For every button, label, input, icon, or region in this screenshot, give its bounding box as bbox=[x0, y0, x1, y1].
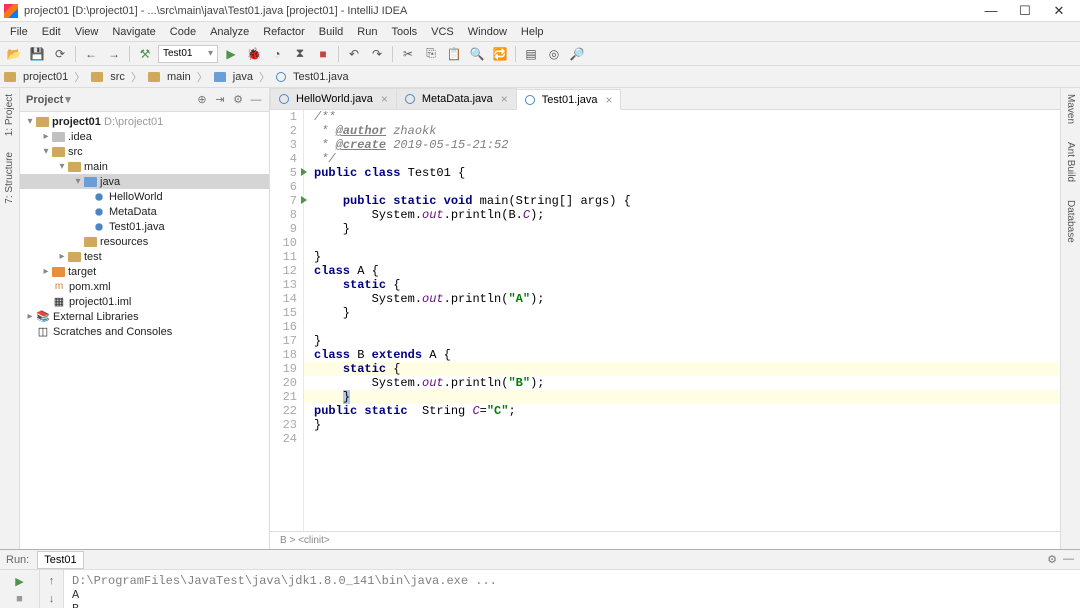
gear-icon[interactable]: ⚙ bbox=[1047, 553, 1057, 566]
tab-test01[interactable]: Test01.java× bbox=[516, 89, 622, 110]
run-tool-window: Run: Test01 ⚙ — ▶ ■ ⊞ 📌 ↑ ↓ ⏎ 🖨 ✖ D:\Pro… bbox=[0, 549, 1080, 608]
editor-tabs: HelloWorld.java× MetaData.java× Test01.j… bbox=[270, 88, 1060, 110]
tab-helloworld[interactable]: HelloWorld.java× bbox=[270, 88, 397, 109]
menu-vcs[interactable]: VCS bbox=[425, 25, 460, 39]
window-titlebar: project01 [D:\project01] - ...\src\main\… bbox=[0, 0, 1080, 22]
menu-edit[interactable]: Edit bbox=[36, 25, 67, 39]
code-editor[interactable]: 1234 5 6 7 891011 12131415 16171819 2021… bbox=[270, 110, 1060, 531]
left-tool-gutter: 1: Project 7: Structure bbox=[0, 88, 20, 549]
copy-icon[interactable]: ⎘ bbox=[421, 44, 441, 64]
run-tab[interactable]: Test01 bbox=[37, 551, 83, 569]
menu-tools[interactable]: Tools bbox=[385, 25, 423, 39]
stop-icon[interactable]: ■ bbox=[12, 591, 28, 607]
open-icon[interactable]: 📂 bbox=[4, 44, 24, 64]
project-panel-title[interactable]: Project ▾ bbox=[26, 93, 191, 106]
save-icon[interactable]: 💾 bbox=[27, 44, 47, 64]
run-side-toolbar: ▶ ■ ⊞ 📌 bbox=[0, 570, 40, 608]
sync-icon[interactable]: ⟳ bbox=[50, 44, 70, 64]
ant-tool-button[interactable]: Ant Build bbox=[1065, 136, 1076, 188]
nav-project[interactable]: project01 bbox=[23, 71, 68, 83]
nav-src[interactable]: src bbox=[110, 71, 125, 83]
run-label: Run: bbox=[6, 554, 29, 566]
nav-file[interactable]: Test01.java bbox=[293, 71, 349, 83]
tree-node-pom[interactable]: mpom.xml bbox=[20, 279, 269, 294]
menu-file[interactable]: File bbox=[4, 25, 34, 39]
run-icon[interactable]: ▶ bbox=[221, 44, 241, 64]
editor-area: HelloWorld.java× MetaData.java× Test01.j… bbox=[270, 88, 1060, 549]
line-gutter[interactable]: 1234 5 6 7 891011 12131415 16171819 2021… bbox=[270, 110, 304, 531]
close-button[interactable]: ✕ bbox=[1042, 0, 1076, 22]
select-opened-icon[interactable]: ◎ bbox=[544, 44, 564, 64]
rerun-icon[interactable]: ▶ bbox=[12, 573, 28, 589]
debug-icon[interactable]: 🐞 bbox=[244, 44, 264, 64]
cut-icon[interactable]: ✂ bbox=[398, 44, 418, 64]
tree-node-metadata[interactable]: MetaData bbox=[20, 204, 269, 219]
menu-help[interactable]: Help bbox=[515, 25, 550, 39]
tree-node-test01[interactable]: Test01.java bbox=[20, 219, 269, 234]
window-title: project01 [D:\project01] - ...\src\main\… bbox=[24, 5, 974, 17]
close-icon[interactable]: × bbox=[501, 92, 508, 106]
undo-icon[interactable]: ↶ bbox=[344, 44, 364, 64]
menu-window[interactable]: Window bbox=[462, 25, 513, 39]
coverage-icon[interactable]: ◔ bbox=[267, 44, 287, 64]
intellij-icon bbox=[4, 4, 18, 18]
menu-view[interactable]: View bbox=[69, 25, 105, 39]
stop-icon[interactable]: ■ bbox=[313, 44, 333, 64]
redo-icon[interactable]: ↷ bbox=[367, 44, 387, 64]
back-icon[interactable]: ← bbox=[81, 44, 101, 64]
gear-icon[interactable]: ⚙ bbox=[231, 93, 245, 107]
hide-icon[interactable]: — bbox=[249, 93, 263, 107]
menu-build[interactable]: Build bbox=[313, 25, 349, 39]
project-panel: Project ▾ ⊕ ⇥ ⚙ — ▾project01 D:\project0… bbox=[20, 88, 270, 549]
project-tree[interactable]: ▾project01 D:\project01 ▸.idea ▾src ▾mai… bbox=[20, 112, 269, 549]
hide-icon[interactable]: — bbox=[1063, 553, 1074, 566]
close-icon[interactable]: × bbox=[605, 93, 612, 107]
minimize-button[interactable]: — bbox=[974, 0, 1008, 22]
replace-icon[interactable]: 🔁 bbox=[490, 44, 510, 64]
database-tool-button[interactable]: Database bbox=[1065, 194, 1076, 249]
nav-main[interactable]: main bbox=[167, 71, 191, 83]
profile-icon[interactable]: ⧗ bbox=[290, 44, 310, 64]
run-config-combo[interactable]: Test01▾ bbox=[158, 45, 218, 63]
menu-run[interactable]: Run bbox=[351, 25, 383, 39]
console-side-toolbar: ↑ ↓ ⏎ 🖨 ✖ bbox=[40, 570, 64, 608]
tree-node-java[interactable]: ▾java bbox=[20, 174, 269, 189]
menu-refactor[interactable]: Refactor bbox=[257, 25, 311, 39]
project-tool-button[interactable]: 1: Project bbox=[4, 88, 15, 142]
right-tool-gutter: Maven Ant Build Database bbox=[1060, 88, 1080, 549]
menu-code[interactable]: Code bbox=[164, 25, 202, 39]
locate-icon[interactable]: ⊕ bbox=[195, 93, 209, 107]
main-toolbar: 📂 💾 ⟳ ← → ⚒ Test01▾ ▶ 🐞 ◔ ⧗ ■ ↶ ↷ ✂ ⎘ 📋 … bbox=[0, 42, 1080, 66]
forward-icon[interactable]: → bbox=[104, 44, 124, 64]
console-output[interactable]: D:\ProgramFiles\JavaTest\java\jdk1.8.0_1… bbox=[64, 570, 1080, 608]
tree-node-helloworld[interactable]: HelloWorld bbox=[20, 189, 269, 204]
close-icon[interactable]: × bbox=[381, 92, 388, 106]
maximize-button[interactable]: ☐ bbox=[1008, 0, 1042, 22]
down-icon[interactable]: ↓ bbox=[44, 591, 60, 607]
menu-navigate[interactable]: Navigate bbox=[106, 25, 161, 39]
navigation-bar: project01〉 src〉 main〉 java〉 Test01.java bbox=[0, 66, 1080, 88]
menu-bar: File Edit View Navigate Code Analyze Ref… bbox=[0, 22, 1080, 42]
up-icon[interactable]: ↑ bbox=[44, 573, 60, 589]
tree-node-iml[interactable]: ▦project01.iml bbox=[20, 294, 269, 309]
search-everywhere-icon[interactable]: 🔎 bbox=[567, 44, 587, 64]
build-icon[interactable]: ⚒ bbox=[135, 44, 155, 64]
structure-tool-button[interactable]: 7: Structure bbox=[4, 146, 15, 210]
paste-icon[interactable]: 📋 bbox=[444, 44, 464, 64]
structure-icon[interactable]: ▤ bbox=[521, 44, 541, 64]
find-icon[interactable]: 🔍 bbox=[467, 44, 487, 64]
editor-breadcrumb[interactable]: B > <clinit> bbox=[270, 531, 1060, 549]
menu-analyze[interactable]: Analyze bbox=[204, 25, 255, 39]
tab-metadata[interactable]: MetaData.java× bbox=[396, 88, 517, 109]
nav-java[interactable]: java bbox=[233, 71, 253, 83]
collapse-icon[interactable]: ⇥ bbox=[213, 93, 227, 107]
maven-tool-button[interactable]: Maven bbox=[1065, 88, 1076, 130]
